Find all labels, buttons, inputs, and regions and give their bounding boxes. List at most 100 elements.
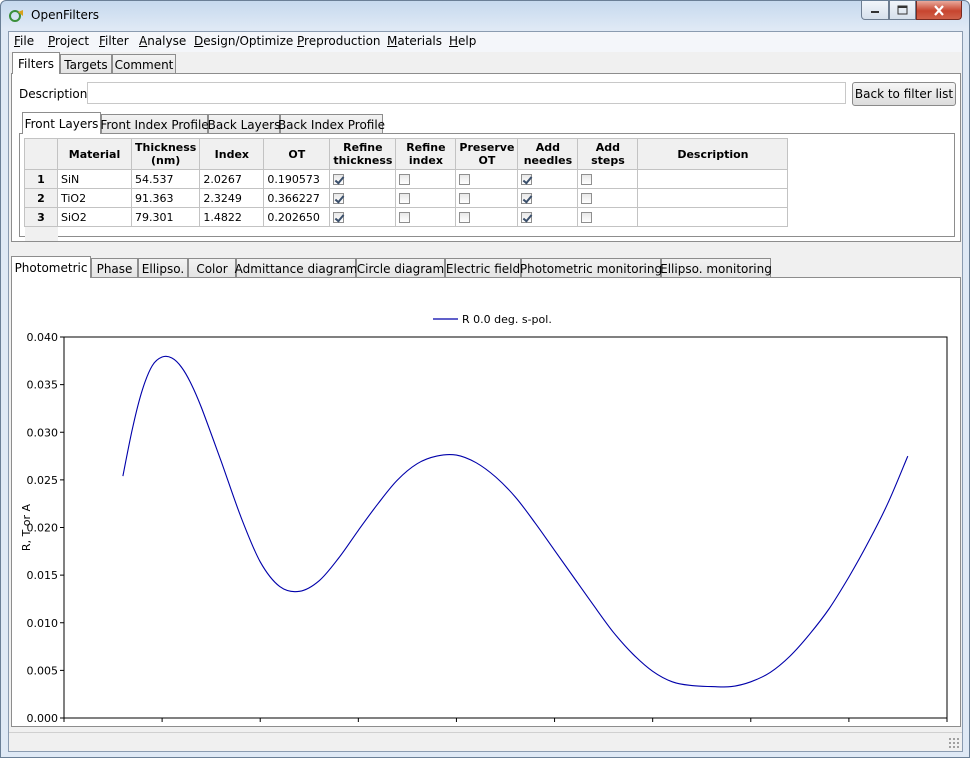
refine-thickness-checkbox[interactable] <box>333 193 345 204</box>
menu-filter[interactable]: Filter <box>99 34 129 48</box>
tab-photometric[interactable]: Photometric <box>11 256 91 278</box>
menu-analyse[interactable]: Analyse <box>139 34 186 48</box>
cell-refine-thickness[interactable] <box>329 188 397 208</box>
cell-add-needles[interactable] <box>517 207 579 227</box>
tab-ellipso-monitoring[interactable]: Ellipso. monitoring <box>660 258 772 278</box>
x-tick-label: 450 <box>250 724 271 726</box>
column-header-thickness-nm[interactable]: Thickness (nm) <box>130 138 201 170</box>
preserve-ot-checkbox[interactable] <box>459 193 471 204</box>
description-field[interactable] <box>87 82 846 104</box>
back-to-filter-list-button[interactable]: Back to filter list <box>852 82 956 106</box>
cell-ot[interactable]: 0.202650 <box>263 207 331 227</box>
cell-material[interactable]: SiO2 <box>57 207 132 227</box>
tab-phase[interactable]: Phase <box>91 258 138 278</box>
preserve-ot-checkbox[interactable] <box>459 212 471 223</box>
refine-index-checkbox[interactable] <box>399 212 411 223</box>
row-number[interactable]: 2 <box>24 188 58 208</box>
tab-electric-field[interactable]: Electric field <box>445 258 521 278</box>
refine-index-checkbox[interactable] <box>399 174 411 185</box>
column-header-material[interactable]: Material <box>57 138 132 170</box>
tab-admittance-diagram[interactable]: Admittance diagram <box>235 258 357 278</box>
tab-front-layers[interactable]: Front Layers <box>22 112 101 134</box>
cell-preserve-ot[interactable] <box>455 207 519 227</box>
add-steps-checkbox[interactable] <box>581 193 593 204</box>
column-header-refine-thickness[interactable]: Refine thickness <box>329 138 397 170</box>
menu-help[interactable]: Help <box>449 34 476 48</box>
cell-index[interactable]: 2.3249 <box>199 188 265 208</box>
cell-thickness[interactable]: 91.363 <box>130 188 201 208</box>
cell-refine-index[interactable] <box>395 169 457 189</box>
column-header-preserve-ot[interactable]: Preserve OT <box>455 138 519 170</box>
menu-design-optimize[interactable]: Design/Optimize <box>194 34 293 48</box>
column-header-add-needles[interactable]: Add needles <box>517 138 579 170</box>
column-header-ot[interactable]: OT <box>263 138 331 170</box>
cell-refine-thickness[interactable] <box>329 207 397 227</box>
column-header-add-steps[interactable]: Add steps <box>577 138 639 170</box>
cell-preserve-ot[interactable] <box>455 188 519 208</box>
menu-preproduction[interactable]: Preproduction <box>297 34 381 48</box>
tab-color[interactable]: Color <box>188 258 236 278</box>
cell-add-steps[interactable] <box>577 188 639 208</box>
tab-circle-diagram[interactable]: Circle diagram <box>356 258 445 278</box>
tab-back-layers[interactable]: Back Layers <box>208 114 280 134</box>
cell-thickness[interactable]: 54.537 <box>130 169 201 189</box>
y-tick-label: 0.015 <box>27 569 59 582</box>
table-row: 3 SiO2 79.301 1.4822 0.202650 <box>24 207 789 227</box>
x-tick-label: 400 <box>152 724 173 726</box>
cell-index[interactable]: 2.0267 <box>199 169 265 189</box>
cell-add-steps[interactable] <box>577 169 639 189</box>
cell-material[interactable]: SiN <box>57 169 132 189</box>
refine-thickness-checkbox[interactable] <box>333 174 345 185</box>
table-corner-cell[interactable] <box>24 138 58 170</box>
tab-front-index-profile[interactable]: Front Index Profile <box>100 114 209 134</box>
cell-refine-thickness[interactable] <box>329 169 397 189</box>
cell-refine-index[interactable] <box>395 188 457 208</box>
cell-index[interactable]: 1.4822 <box>199 207 265 227</box>
tab-ellipso[interactable]: Ellipso. <box>138 258 188 278</box>
status-bar <box>9 732 962 751</box>
preserve-ot-checkbox[interactable] <box>459 174 471 185</box>
x-tick-label: 750 <box>838 724 859 726</box>
x-tick-label: 550 <box>446 724 467 726</box>
add-steps-checkbox[interactable] <box>581 212 593 223</box>
maximize-button[interactable] <box>889 1 916 20</box>
tab-photometric-monitoring[interactable]: Photometric monitoring <box>520 258 662 278</box>
column-header-refine-index[interactable]: Refine index <box>395 138 457 170</box>
row-number[interactable]: 1 <box>24 169 58 189</box>
close-button[interactable] <box>916 1 962 20</box>
cell-refine-index[interactable] <box>395 207 457 227</box>
row-number[interactable]: 3 <box>24 207 58 227</box>
tab-targets[interactable]: Targets <box>60 54 112 74</box>
cell-add-needles[interactable] <box>517 169 579 189</box>
cell-material[interactable]: TiO2 <box>57 188 132 208</box>
minimize-button[interactable] <box>861 1 889 20</box>
add-needles-checkbox[interactable] <box>521 174 533 185</box>
tab-comment[interactable]: Comment <box>112 54 176 74</box>
column-header-description[interactable]: Description <box>637 138 789 170</box>
refine-index-checkbox[interactable] <box>399 193 411 204</box>
cell-add-steps[interactable] <box>577 207 639 227</box>
maximize-icon <box>897 5 908 15</box>
menu-file[interactable]: File <box>14 34 34 48</box>
cell-preserve-ot[interactable] <box>455 169 519 189</box>
tab-back-index-profile[interactable]: Back Index Profile <box>278 114 385 134</box>
menu-project[interactable]: Project <box>48 34 89 48</box>
cell-thickness[interactable]: 79.301 <box>130 207 201 227</box>
cell-description[interactable] <box>637 188 789 208</box>
menu-materials[interactable]: Materials <box>387 34 442 48</box>
add-steps-checkbox[interactable] <box>581 174 593 185</box>
resize-grip[interactable] <box>948 737 960 749</box>
menu-mnemonic: H <box>449 34 459 48</box>
refine-thickness-checkbox[interactable] <box>333 212 345 223</box>
cell-ot[interactable]: 0.190573 <box>263 169 331 189</box>
cell-description[interactable] <box>637 207 789 227</box>
menu-label-rest: esign/Optimize <box>203 34 294 48</box>
column-header-index[interactable]: Index <box>199 138 265 170</box>
cell-description[interactable] <box>637 169 789 189</box>
tab-filters[interactable]: Filters <box>12 52 60 74</box>
add-needles-checkbox[interactable] <box>521 193 533 204</box>
add-needles-checkbox[interactable] <box>521 212 533 223</box>
title-bar[interactable]: OpenFilters <box>1 1 969 31</box>
cell-add-needles[interactable] <box>517 188 579 208</box>
cell-ot[interactable]: 0.366227 <box>263 188 331 208</box>
